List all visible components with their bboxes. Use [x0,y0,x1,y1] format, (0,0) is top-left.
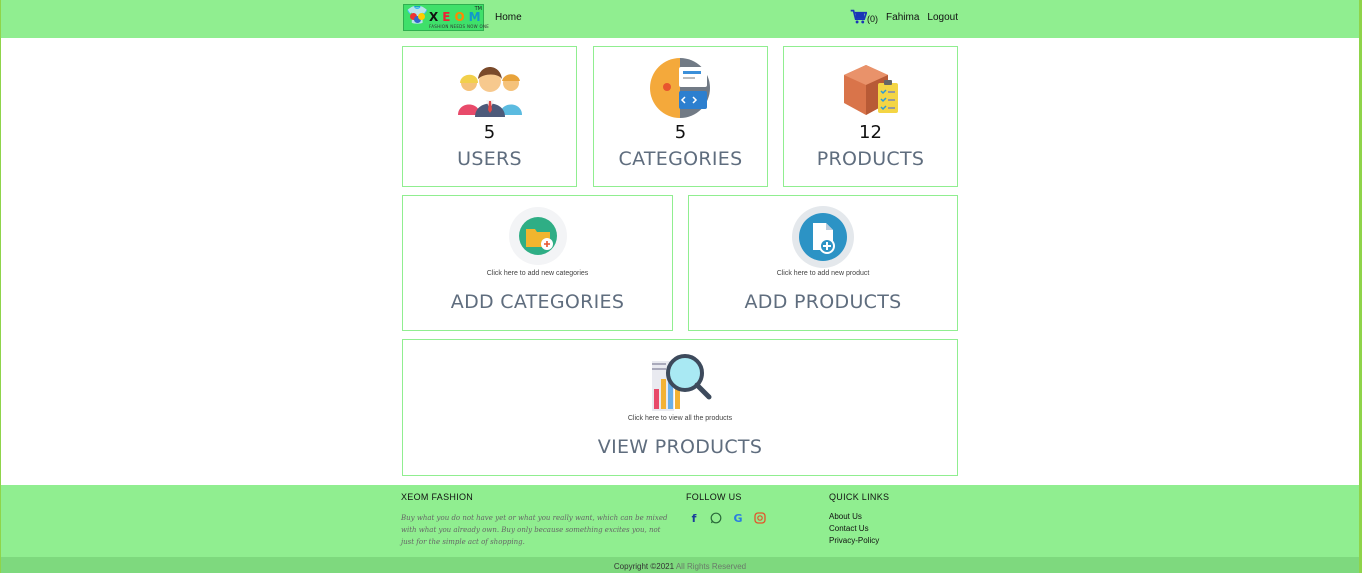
facebook-icon[interactable]: f [686,512,702,526]
box-checklist-icon [844,65,898,115]
contact-us-link[interactable]: Contact Us [829,523,889,535]
add-categories-label: ADD CATEGORIES [450,291,625,313]
categories-label: CATEGORIES [618,148,743,170]
google-icon[interactable]: G [730,512,746,526]
users-label: USERS [457,148,522,170]
add-products-label: ADD PRODUCTS [744,291,902,313]
footer-links: QUICK LINKS About Us Contact Us Privacy-… [829,492,889,547]
categories-count: 5 [674,122,687,143]
add-folder-icon [509,207,567,265]
navbar: 👕 XEOM FASHION NEEDS NOW ONE TM Home (0)… [1,0,1359,38]
cart-count: (0) [867,14,879,24]
instagram-icon[interactable] [752,512,768,526]
brand-logo[interactable]: 👕 XEOM FASHION NEEDS NOW ONE TM [403,4,489,31]
add-products-card[interactable]: Click here to add new product ADD PRODUC… [688,195,958,331]
logo-dot-icon [418,13,425,20]
copyright-text: Copyright ©2021 [613,562,675,571]
add-products-hint: Click here to add new product [776,270,870,277]
footer-brand: XEOM FASHION Buy what you do not have ye… [401,492,673,548]
logo-trademark: TM [474,6,482,12]
privacy-policy-link[interactable]: Privacy-Policy [829,535,889,547]
footer-follow-title: FOLLOW US [686,492,742,502]
products-card[interactable]: 12 PRODUCTS [783,46,958,187]
nav-user-link[interactable]: Fahima [886,12,919,23]
whatsapp-icon[interactable] [708,512,724,526]
products-label: PRODUCTS [816,148,925,170]
search-analytics-icon [652,354,712,411]
logo-tagline: FASHION NEEDS NOW ONE [429,24,490,29]
logo-wordmark: XEOM [429,10,485,24]
copyright-bar: Copyright ©2021 All Rights Reserved [1,557,1359,573]
nav-right: (0) Fahima Logout [850,9,958,25]
products-count: 12 [859,122,882,143]
footer-links-title: QUICK LINKS [829,492,890,502]
users-card[interactable]: 5 USERS [402,46,577,187]
navbar-inner: 👕 XEOM FASHION NEEDS NOW ONE TM Home (0)… [402,0,958,38]
users-icon [458,67,522,117]
nav-logout-link[interactable]: Logout [927,12,958,23]
social-links: f G [686,512,774,526]
add-categories-card[interactable]: Click here to add new categories ADD CAT… [402,195,673,331]
view-products-hint: Click here to view all the products [627,415,733,422]
shopping-cart-icon [850,9,868,24]
cart-button[interactable]: (0) [850,9,878,25]
rights-text: All Rights Reserved [675,562,747,571]
add-categories-hint: Click here to add new categories [486,270,589,277]
view-products-card[interactable]: Click here to view all the products VIEW… [402,339,958,476]
footer-follow: FOLLOW US f G [686,492,774,526]
about-us-link[interactable]: About Us [829,511,889,523]
footer-brand-text: Buy what you do not have yet or what you… [401,514,668,546]
footer: XEOM FASHION Buy what you do not have ye… [1,485,1359,557]
users-count: 5 [483,122,496,143]
coding-brain-icon [650,58,710,118]
categories-card[interactable]: 5 CATEGORIES [593,46,768,187]
nav-home-link[interactable]: Home [495,12,522,23]
view-products-label: VIEW PRODUCTS [597,436,763,458]
add-file-icon [792,206,854,268]
footer-brand-title: XEOM FASHION [401,492,474,502]
